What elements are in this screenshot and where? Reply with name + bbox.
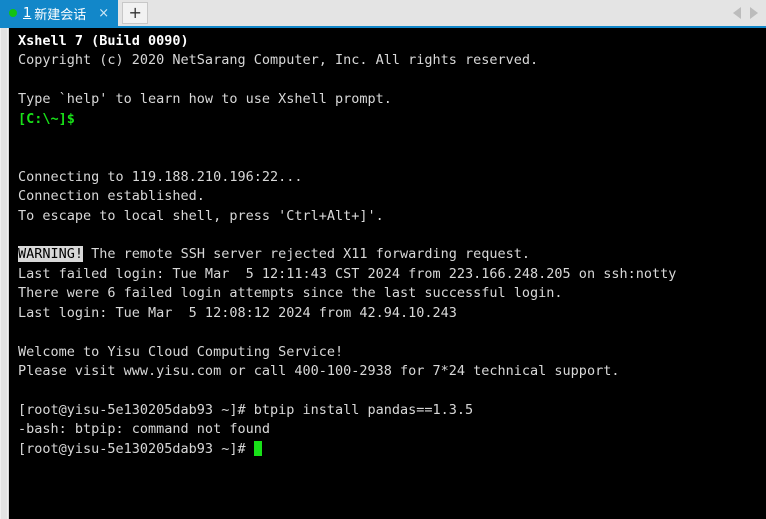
terminal-text: [root@yisu-5e130205dab93 ~]# btpip insta… xyxy=(18,401,474,418)
tab-title-label: 新建会话 xyxy=(34,7,87,23)
tab-navigation xyxy=(733,0,766,26)
terminal-line-motd-welcome: Welcome to Yisu Cloud Computing Service! xyxy=(18,343,766,362)
terminal-text: There were 6 failed login attempts since… xyxy=(18,285,563,302)
scrollbar-thumb[interactable] xyxy=(1,28,7,519)
shell-prompt: [root@yisu-5e130205dab93 ~]# xyxy=(18,440,254,457)
terminal-line-blank-3 xyxy=(18,148,766,167)
terminal-line-banner-version: Xshell 7 (Build 0090) xyxy=(18,32,766,51)
close-icon[interactable]: × xyxy=(96,7,111,20)
terminal-text: Type `help' to learn how to use Xshell p… xyxy=(18,91,392,108)
tab-index-label: 1 xyxy=(23,5,32,21)
terminal-text: Welcome to Yisu Cloud Computing Service! xyxy=(18,343,344,360)
terminal-line-banner-copyright: Copyright (c) 2020 NetSarang Computer, I… xyxy=(18,51,766,70)
terminal-line-blank-5 xyxy=(18,323,766,342)
terminal-line-connection-ok: Connection established. xyxy=(18,187,766,206)
terminal-area: Xshell 7 (Build 0090) Copyright (c) 2020 … xyxy=(0,28,766,519)
triangle-left-icon[interactable] xyxy=(733,7,741,19)
terminal-text: -bash: btpip: command not found xyxy=(18,421,270,438)
terminal-line-last-failed-login: Last failed login: Tue Mar 5 12:11:43 CS… xyxy=(18,265,766,284)
text-cursor xyxy=(253,440,262,456)
new-tab-button[interactable]: + xyxy=(122,2,149,24)
session-tab-1[interactable]: 1 新建会话 × xyxy=(0,0,119,26)
terminal-text: Last failed login: Tue Mar 5 12:11:43 CS… xyxy=(18,265,677,282)
xshell-window: 1 新建会话 × + Xshell 7 (Build 0090) Copyrigh… xyxy=(0,0,766,519)
terminal-line-connecting: Connecting to 119.188.210.196:22... xyxy=(18,168,766,187)
tab-bar: 1 新建会话 × + xyxy=(0,0,766,28)
terminal-text: To escape to local shell, press 'Ctrl+Al… xyxy=(18,207,384,224)
terminal-text: Xshell 7 (Build 0090) xyxy=(18,33,189,49)
terminal-scrollbar[interactable] xyxy=(0,28,9,519)
tab-bar-spacer xyxy=(148,0,733,26)
terminal-line-warning-x11: WARNING! The remote SSH server rejected … xyxy=(18,245,766,264)
terminal-line-escape-hint: To escape to local shell, press 'Ctrl+Al… xyxy=(18,207,766,226)
terminal-line-prompt-current: [root@yisu-5e130205dab93 ~]# xyxy=(18,440,766,459)
terminal-line-motd-support: Please visit www.yisu.com or call 400-10… xyxy=(18,362,766,381)
terminal-line-blank-1 xyxy=(18,71,766,90)
terminal-text: Last login: Tue Mar 5 12:08:12 2024 from… xyxy=(18,304,457,321)
terminal-text: Connection established. xyxy=(18,188,205,205)
terminal-line-blank-4 xyxy=(18,226,766,245)
terminal-line-last-login: Last login: Tue Mar 5 12:08:12 2024 from… xyxy=(18,304,766,323)
terminal-text: Please visit www.yisu.com or call 400-10… xyxy=(18,362,620,379)
terminal-line-blank-2 xyxy=(18,129,766,148)
terminal-line-cmd-btpip: [root@yisu-5e130205dab93 ~]# btpip insta… xyxy=(18,401,766,420)
warning-message: The remote SSH server rejected X11 forwa… xyxy=(83,246,531,263)
terminal-text: [C:\~]$ xyxy=(18,110,75,127)
terminal-line-blank-6 xyxy=(18,381,766,400)
terminal-output[interactable]: Xshell 7 (Build 0090) Copyright (c) 2020 … xyxy=(9,28,766,519)
triangle-right-icon[interactable] xyxy=(750,7,758,19)
terminal-text: Connecting to 119.188.210.196:22... xyxy=(18,168,303,185)
connection-status-dot-icon xyxy=(9,9,17,17)
warning-badge: WARNING! xyxy=(18,246,84,263)
terminal-text: Copyright (c) 2020 NetSarang Computer, I… xyxy=(18,52,539,69)
terminal-line-failed-attempts: There were 6 failed login attempts since… xyxy=(18,284,766,303)
terminal-line-banner-help: Type `help' to learn how to use Xshell p… xyxy=(18,90,766,109)
terminal-line-local-prompt: [C:\~]$ xyxy=(18,110,766,129)
terminal-line-cmd-error: -bash: btpip: command not found xyxy=(18,420,766,439)
